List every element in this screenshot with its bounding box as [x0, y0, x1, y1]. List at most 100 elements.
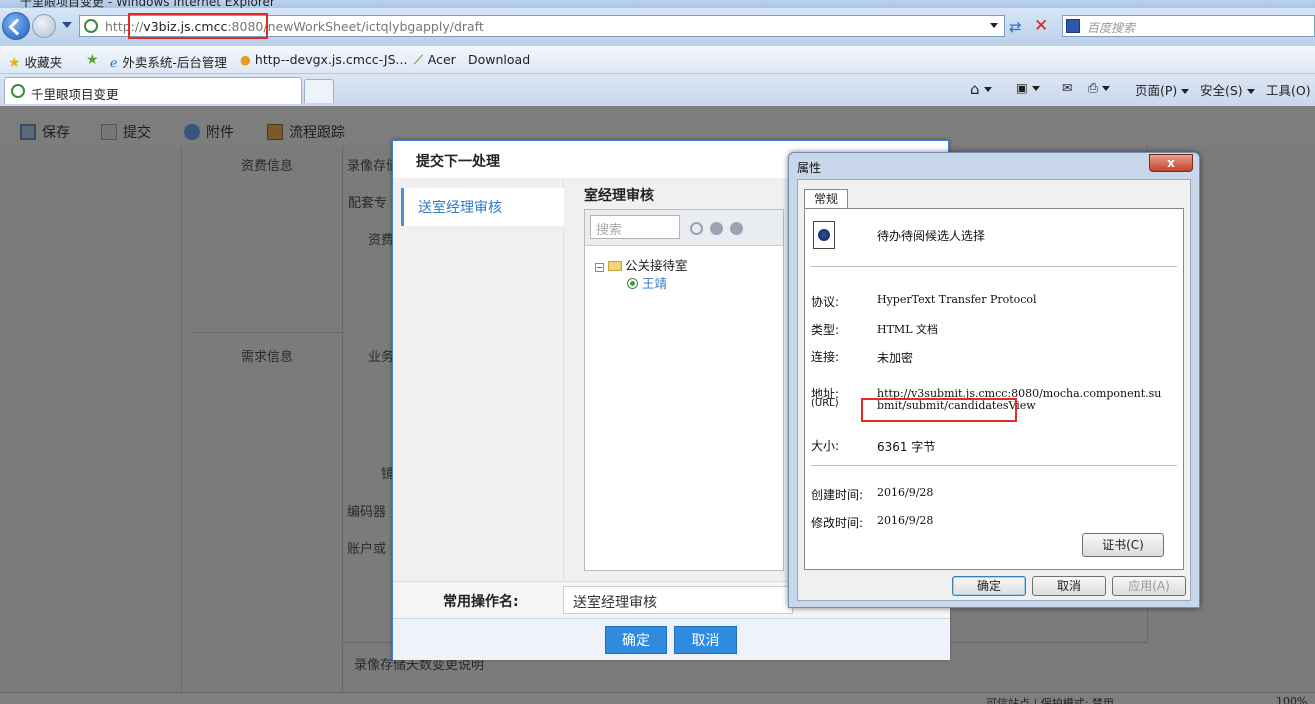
size-value: 6361 字节 [877, 440, 936, 454]
general-panel: 待办待阅候选人选择 协议: HyperText Transfer Protoco… [804, 208, 1184, 570]
favorite-link[interactable]: Download [468, 52, 530, 67]
add-favorite-icon[interactable]: ★ [86, 52, 103, 68]
page-name: 待办待阅候选人选择 [877, 229, 986, 243]
form-label: 资费 [368, 233, 395, 248]
favorite-link[interactable]: ⟋ Acer [414, 52, 456, 68]
tree-node-group[interactable]: − 公关接待室 [595, 255, 688, 274]
candidate-tree: 搜索 − 公关接待室 王靖 [584, 209, 784, 571]
protocol-value: HyperText Transfer Protocol [877, 293, 1037, 306]
ok-button[interactable]: 确定 [952, 576, 1026, 596]
search-placeholder: 百度搜索 [1087, 21, 1136, 35]
cancel-button[interactable]: 取消 [1032, 576, 1106, 596]
url-highlight-box [861, 398, 1017, 422]
tab-bar: 千里眼项目变更 ⌂ ▣ ✉ ⎙ 页面(P) 安全(S) 工具(O) [0, 74, 1315, 106]
created-value: 2016/9/28 [877, 486, 934, 499]
favorite-link[interactable]: ● http--devgx.js.cmcc-JS... [240, 52, 407, 67]
navigation-bar: http://v3biz.js.cmcc:8080/newWorkSheet/i… [0, 8, 1315, 46]
acer-icon: ⟋ [414, 52, 423, 67]
tools-menu[interactable]: 工具(O) [1266, 80, 1315, 99]
tab-general[interactable]: 常规 [804, 189, 848, 209]
operation-name-input[interactable]: 送室经理审核 [563, 586, 793, 614]
favorite-link[interactable]: ℯ 外卖系统-后台管理 [110, 52, 227, 71]
search-provider-icon [1066, 19, 1080, 33]
tree-toolbar: 搜索 [585, 210, 783, 246]
address-bar[interactable]: http://v3biz.js.cmcc:8080/newWorkSheet/i… [79, 13, 1005, 39]
recent-pages-dropdown-icon[interactable] [62, 22, 72, 28]
size-key: 大小: [811, 439, 840, 453]
zoom-level[interactable]: 100% [1276, 695, 1307, 704]
address-dropdown-icon[interactable] [990, 23, 998, 28]
close-button[interactable]: x [1149, 154, 1193, 172]
collapse-all-icon[interactable] [730, 222, 743, 235]
attach-button[interactable]: 附件 [184, 122, 234, 142]
window-title: 千里眼项目变更 - Windows Internet Explorer [20, 0, 275, 8]
window-titlebar: 千里眼项目变更 - Windows Internet Explorer [0, 0, 1315, 8]
folder-icon [608, 261, 622, 271]
type-value: HTML 文档 [877, 323, 938, 336]
properties-dialog: 属性 x 常规 待办待阅候选人选择 协议: HyperText Transfer… [788, 152, 1200, 608]
stop-icon[interactable]: ✕ [1034, 16, 1048, 36]
refresh-icon[interactable]: ⇄ [1009, 18, 1022, 36]
collapse-icon[interactable]: − [595, 263, 604, 272]
safety-menu[interactable]: 安全(S) [1200, 80, 1255, 99]
search-box[interactable]: 百度搜索 [1062, 15, 1315, 37]
tree-node-person[interactable]: 王靖 [627, 273, 667, 292]
save-button[interactable]: 保存 [20, 122, 70, 142]
new-tab-button[interactable] [304, 79, 334, 103]
apply-button: 应用(A) [1112, 576, 1186, 596]
modified-key: 修改时间: [811, 516, 864, 530]
site-icon [84, 19, 98, 33]
status-bar: 可信站点 | 保护模式: 禁用 100% [0, 692, 1315, 704]
site-icon [11, 84, 25, 98]
form-label: 资费信息 [241, 159, 294, 174]
submit-button[interactable]: 提交 [101, 122, 151, 142]
handler-item-selected[interactable]: 送室经理审核 [401, 188, 564, 226]
connection-key: 连接: [811, 350, 840, 364]
address-key-sub: (URL) [811, 398, 839, 409]
search-icon[interactable] [690, 222, 703, 235]
track-button[interactable]: 流程跟踪 [267, 122, 345, 142]
properties-title: 属性 [797, 161, 822, 175]
page-menu[interactable]: 页面(P) [1135, 80, 1190, 99]
dialog-footer: 确定 取消 [393, 618, 950, 660]
site-icon: ● [240, 52, 251, 67]
expand-all-icon[interactable] [710, 222, 723, 235]
connection-value: 未加密 [877, 351, 914, 365]
dialog-title: 提交下一处理 [416, 154, 500, 170]
form-label: 编码器 [347, 505, 387, 520]
home-icon[interactable]: ⌂ [970, 80, 992, 98]
candidate-panel-title: 室经理审核 [584, 188, 654, 204]
certificate-button[interactable]: 证书(C) [1082, 533, 1164, 557]
address-highlight-box [128, 13, 268, 39]
ok-button[interactable]: 确定 [605, 626, 667, 654]
handler-list: 送室经理审核 [393, 178, 564, 619]
submit-icon [101, 124, 117, 140]
modified-value: 2016/9/28 [877, 514, 934, 527]
form-label: 配套专 [348, 196, 388, 211]
forward-button[interactable] [32, 14, 56, 38]
radio-selected-icon[interactable] [627, 278, 638, 289]
print-icon[interactable]: ⎙ [1088, 80, 1111, 96]
form-label: 需求信息 [241, 350, 294, 365]
security-zone: 可信站点 | 保护模式: 禁用 [986, 697, 1114, 704]
tree-search-input[interactable]: 搜索 [590, 215, 680, 239]
mail-icon[interactable]: ✉ [1062, 80, 1072, 95]
flow-icon [267, 124, 283, 140]
feeds-icon[interactable]: ▣ [1016, 80, 1040, 95]
form-label: 账户或 [347, 542, 387, 557]
ie-page-icon: ℯ [110, 55, 118, 70]
save-icon [20, 124, 36, 140]
form-label: 业务 [368, 350, 395, 365]
star-icon: ★ [8, 55, 21, 71]
type-key: 类型: [811, 323, 840, 337]
protocol-key: 协议: [811, 295, 840, 309]
favorites-bar: ★ 收藏夹 ★ ℯ 外卖系统-后台管理 ● http--devgx.js.cmcc-J… [0, 46, 1315, 74]
back-button[interactable] [2, 12, 30, 40]
globe-icon [184, 124, 200, 140]
tab-active[interactable]: 千里眼项目变更 [4, 77, 302, 104]
operation-label: 常用操作名: [443, 594, 519, 610]
created-key: 创建时间: [811, 488, 864, 502]
document-icon [813, 221, 835, 249]
favorites-button[interactable]: ★ 收藏夹 [8, 52, 62, 71]
cancel-button[interactable]: 取消 [674, 626, 737, 654]
